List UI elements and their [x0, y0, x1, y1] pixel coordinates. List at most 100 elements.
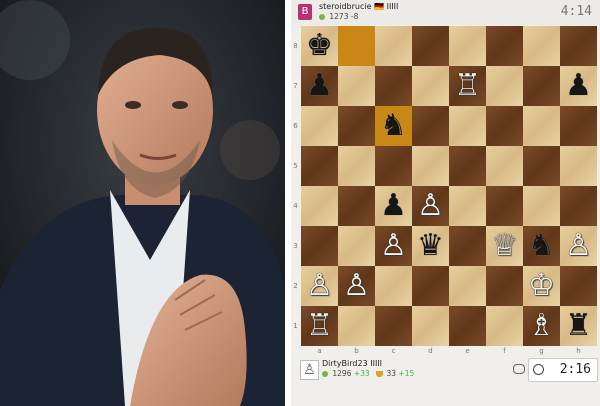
- player-clock: 2:16: [559, 362, 591, 377]
- square-d7[interactable]: [412, 66, 449, 106]
- player-rating: 1296: [332, 369, 352, 378]
- square-g8[interactable]: [523, 26, 560, 66]
- file-label: c: [391, 347, 396, 355]
- chess-piece-c6[interactable]: ♞: [375, 106, 412, 146]
- player-avatar-pawn-icon[interactable]: ♙: [300, 360, 319, 380]
- square-f8[interactable]: [486, 26, 523, 66]
- trophy-count: 33: [386, 369, 397, 378]
- square-b8[interactable]: [338, 26, 375, 66]
- opponent-rating-change: -8: [350, 12, 359, 21]
- square-e2[interactable]: [449, 266, 486, 306]
- square-b7[interactable]: [338, 66, 375, 106]
- chess-piece-h3[interactable]: ♙: [560, 226, 597, 266]
- square-b3[interactable]: [338, 226, 375, 266]
- online-status-icon: [322, 371, 328, 377]
- square-c5[interactable]: [375, 146, 412, 186]
- chess-piece-d3[interactable]: ♛: [412, 226, 449, 266]
- square-h8[interactable]: [560, 26, 597, 66]
- square-d1[interactable]: [412, 306, 449, 346]
- chess-piece-g2[interactable]: ♔: [523, 266, 560, 306]
- chess-piece-a7[interactable]: ♟: [301, 66, 338, 106]
- chess-piece-h1[interactable]: ♜: [560, 306, 597, 346]
- square-a6[interactable]: [301, 106, 338, 146]
- opponent-clock: 4:14: [560, 4, 592, 19]
- rank-label: 2: [293, 282, 298, 290]
- square-g5[interactable]: [523, 146, 560, 186]
- chess-piece-a2[interactable]: ♙: [301, 266, 338, 306]
- chess-board[interactable]: ♚ ♟ ♟ ♖ ♞ ♟ ♙ ♙ ♛ ♕ ♞ ♙ ♙ ♙ ♔ ♖ ♗ ♜: [301, 26, 597, 346]
- square-d2[interactable]: [412, 266, 449, 306]
- player-name[interactable]: DirtyBird23: [322, 359, 368, 368]
- chess-game-panel: B steroidbrucie 🇩🇪 IIIII 1273 -8 4:14 ♚ ♟…: [291, 0, 600, 406]
- chess-piece-c4[interactable]: ♟: [375, 186, 412, 226]
- rank-label: 6: [293, 122, 298, 130]
- chess-piece-a8[interactable]: ♚: [301, 26, 338, 66]
- opponent-name-line: steroidbrucie 🇩🇪 IIIII: [319, 2, 398, 11]
- square-b5[interactable]: [338, 146, 375, 186]
- square-c2[interactable]: [375, 266, 412, 306]
- square-e1[interactable]: [449, 306, 486, 346]
- square-b6[interactable]: [338, 106, 375, 146]
- clock-icon: [533, 364, 544, 375]
- opponent-name[interactable]: steroidbrucie: [319, 2, 372, 11]
- chess-piece-a1[interactable]: ♖: [301, 306, 338, 346]
- square-h5[interactable]: [560, 146, 597, 186]
- news-photo: [0, 0, 285, 406]
- player-bar: ♙ DirtyBird23 IIIII 1296 +33 33 +15 2:16: [291, 354, 600, 406]
- square-e8[interactable]: [449, 26, 486, 66]
- rank-label: 5: [293, 162, 298, 170]
- online-status-icon: [319, 14, 325, 20]
- square-c7[interactable]: [375, 66, 412, 106]
- square-c1[interactable]: [375, 306, 412, 346]
- square-e4[interactable]: [449, 186, 486, 226]
- square-a5[interactable]: [301, 146, 338, 186]
- square-g6[interactable]: [523, 106, 560, 146]
- player-badge: IIIII: [370, 359, 383, 368]
- chess-piece-h7[interactable]: ♟: [560, 66, 597, 106]
- square-a4[interactable]: [301, 186, 338, 226]
- chess-piece-e7[interactable]: ♖: [449, 66, 486, 106]
- square-e3[interactable]: [449, 226, 486, 266]
- chess-piece-f3[interactable]: ♕: [486, 226, 523, 266]
- file-label: b: [354, 347, 359, 355]
- chess-piece-d4[interactable]: ♙: [412, 186, 449, 226]
- square-f4[interactable]: [486, 186, 523, 226]
- rank-label: 8: [293, 42, 298, 50]
- chess-piece-g3[interactable]: ♞: [523, 226, 560, 266]
- square-f5[interactable]: [486, 146, 523, 186]
- square-h4[interactable]: [560, 186, 597, 226]
- square-a3[interactable]: [301, 226, 338, 266]
- square-e5[interactable]: [449, 146, 486, 186]
- chess-piece-g1[interactable]: ♗: [523, 306, 560, 346]
- rank-label: 4: [293, 202, 298, 210]
- square-h6[interactable]: [560, 106, 597, 146]
- file-label: d: [428, 347, 433, 355]
- square-d8[interactable]: [412, 26, 449, 66]
- file-label: a: [317, 347, 322, 355]
- file-label: h: [576, 347, 581, 355]
- square-f1[interactable]: [486, 306, 523, 346]
- square-b1[interactable]: [338, 306, 375, 346]
- chess-piece-c3[interactable]: ♙: [375, 226, 412, 266]
- square-e6[interactable]: [449, 106, 486, 146]
- square-g4[interactable]: [523, 186, 560, 226]
- square-f2[interactable]: [486, 266, 523, 306]
- person-photo-image: [0, 0, 285, 406]
- file-label: e: [465, 347, 470, 355]
- square-f7[interactable]: [486, 66, 523, 106]
- square-b4[interactable]: [338, 186, 375, 226]
- opponent-badge: IIIII: [386, 2, 399, 11]
- square-d5[interactable]: [412, 146, 449, 186]
- opponent-avatar[interactable]: B: [298, 4, 312, 20]
- square-g7[interactable]: [523, 66, 560, 106]
- rank-label: 1: [293, 322, 298, 330]
- opponent-bar: B steroidbrucie 🇩🇪 IIIII 1273 -8 4:14: [291, 0, 600, 25]
- square-d6[interactable]: [412, 106, 449, 146]
- square-f6[interactable]: [486, 106, 523, 146]
- chat-icon[interactable]: [513, 364, 525, 374]
- trophy-change: +15: [398, 369, 415, 378]
- player-name-line: DirtyBird23 IIIII: [322, 359, 382, 368]
- square-c8[interactable]: [375, 26, 412, 66]
- square-h2[interactable]: [560, 266, 597, 306]
- chess-piece-b2[interactable]: ♙: [338, 266, 375, 306]
